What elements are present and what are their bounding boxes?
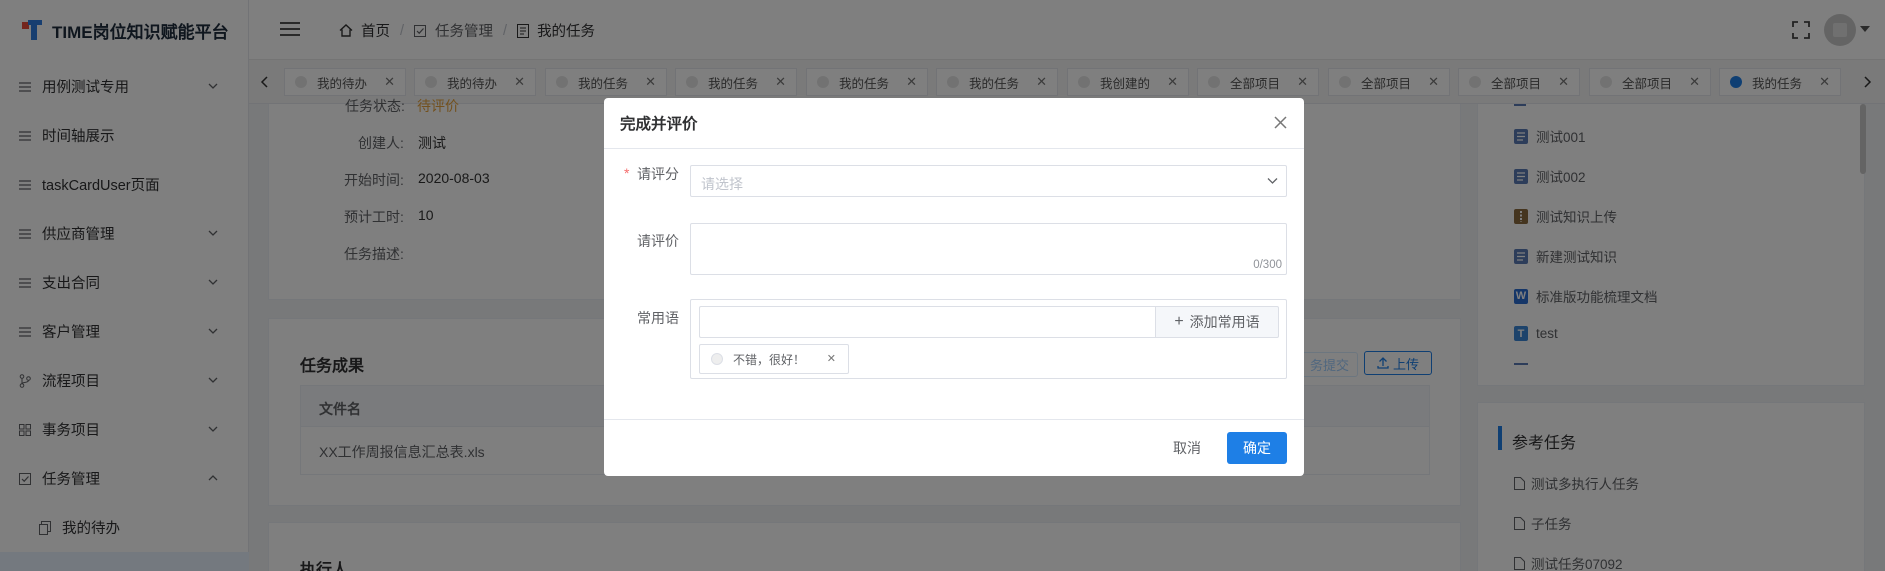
comment-label: 请评价: [637, 233, 679, 249]
required-mark: *: [624, 165, 630, 181]
score-select[interactable]: 请选择: [690, 165, 1287, 197]
add-phrase-button[interactable]: + 添加常用语: [1155, 306, 1279, 338]
radio-icon[interactable]: [711, 353, 723, 365]
plus-icon: +: [1174, 313, 1184, 330]
close-icon[interactable]: [1274, 116, 1287, 129]
phrase-input[interactable]: [699, 306, 1155, 338]
phrase-text: 不错，很好！: [733, 352, 806, 367]
add-phrase-label: 添加常用语: [1189, 314, 1260, 330]
complete-evaluate-dialog: 完成并评价 * 请评分 请选择 请评价 0/300 常用语 + 添加常用语 不错…: [604, 98, 1304, 476]
confirm-button[interactable]: 确定: [1227, 432, 1287, 464]
comment-textarea[interactable]: 0/300: [690, 223, 1287, 275]
close-icon[interactable]: ✕: [827, 352, 836, 365]
comment-counter: 0/300: [1253, 259, 1282, 271]
score-label: 请评分: [637, 166, 679, 182]
cancel-button[interactable]: 取消: [1162, 432, 1212, 464]
dialog-title: 完成并评价: [620, 116, 698, 133]
phrase-label: 常用语: [637, 310, 679, 326]
phrase-box: + 添加常用语 不错，很好！ ✕: [690, 299, 1287, 379]
dialog-divider: [604, 419, 1304, 420]
phrase-tag[interactable]: 不错，很好！ ✕: [699, 344, 849, 374]
chevron-down-icon: [1267, 178, 1278, 184]
dialog-divider: [604, 148, 1304, 149]
score-placeholder: 请选择: [701, 176, 743, 192]
